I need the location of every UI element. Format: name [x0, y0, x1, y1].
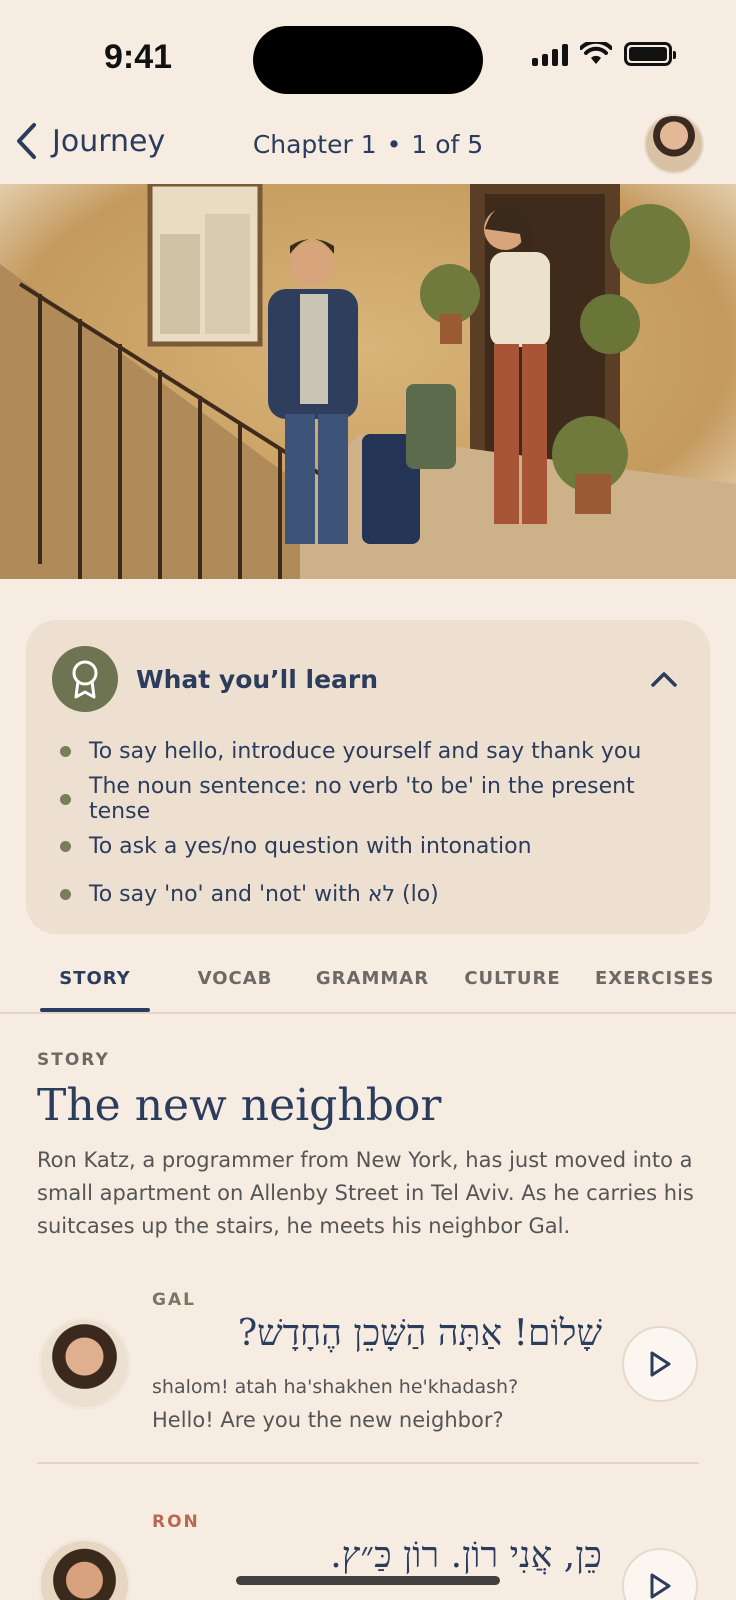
tab-exercises[interactable]: EXERCISES [595, 968, 713, 989]
dynamic-island [253, 26, 483, 94]
home-indicator[interactable] [236, 1576, 500, 1585]
play-audio-button[interactable] [622, 1326, 698, 1402]
learn-item-text: To ask a yes/no question with intonation [89, 834, 532, 860]
learn-item: To say 'no' and 'not' with לא (lo) [52, 871, 684, 919]
speaker-name: GAL [152, 1290, 196, 1310]
story-eyebrow: STORY [37, 1050, 110, 1070]
award-badge [52, 646, 118, 712]
translation: Hello! Are you the new neighbor? [152, 1408, 504, 1432]
speaker-avatar-ron [38, 1538, 131, 1600]
speaker-avatar-gal [38, 1317, 131, 1410]
progress-label: 1 of 5 [411, 130, 484, 159]
story-illustration [0, 184, 736, 594]
dialogue-line: GAL שָׁלוֹם! אַתָּה הַשָּׁכֵן הֶחָדָשׁ? … [0, 1290, 736, 1470]
award-icon [72, 660, 98, 699]
status-icons [532, 42, 676, 66]
learn-title: What you’ll learn [136, 664, 379, 694]
learn-item: To ask a yes/no question with intonation [52, 823, 684, 871]
tab-grammar[interactable]: GRAMMAR [315, 968, 430, 989]
play-audio-button[interactable] [622, 1548, 698, 1600]
dialogue-line: RON כֵּן, אֲנִי רוֹן. רוֹן כַּ״ץ. [0, 1512, 736, 1600]
separator-dot: • [386, 130, 402, 159]
learn-card: What you’ll learn To say hello, introduc… [26, 620, 710, 934]
tab-culture[interactable]: CULTURE [460, 968, 565, 989]
bullet-icon [60, 793, 71, 805]
learn-header[interactable]: What you’ll learn [52, 646, 684, 712]
story-intro: Ron Katz, a programmer from New York, ha… [37, 1148, 694, 1238]
tab-story[interactable]: STORY [40, 968, 150, 989]
status-bar: 9:41 [0, 0, 736, 110]
nav-bar: Journey Chapter 1 • 1 of 5 [0, 110, 736, 184]
bullet-icon [60, 888, 71, 900]
learn-item-text: The noun sentence: no verb 'to be' in th… [89, 774, 635, 825]
bullet-icon [60, 746, 71, 758]
tab-vocab[interactable]: VOCAB [185, 968, 285, 989]
hebrew-line: כֵּן, אֲנִי רוֹן. רוֹן כַּ״ץ. [330, 1535, 602, 1576]
wifi-icon [580, 42, 612, 64]
chapter-progress: Chapter 1 • 1 of 5 [0, 130, 736, 159]
learn-list: To say hello, introduce yourself and say… [52, 728, 684, 918]
hebrew-line: שָׁלוֹם! אַתָּה הַשָּׁכֵן הֶחָדָשׁ? [237, 1313, 602, 1354]
play-icon [650, 1351, 671, 1377]
speaker-name: RON [152, 1512, 200, 1532]
cellular-signal-icon [532, 42, 568, 66]
bullet-icon [60, 841, 71, 853]
learn-item-text: To say 'no' and 'not' with לא (lo) [89, 881, 439, 907]
divider [37, 1462, 699, 1464]
chevron-up-icon [651, 672, 677, 687]
learn-item: The noun sentence: no verb 'to be' in th… [52, 774, 684, 825]
collapse-toggle[interactable] [644, 659, 684, 699]
battery-icon [624, 42, 676, 66]
story-title: The new neighbor [37, 1080, 442, 1131]
status-time: 9:41 [104, 38, 173, 76]
section-tabs: STORY VOCAB GRAMMAR CULTURE EXERCISES [0, 958, 736, 1014]
learn-item: To say hello, introduce yourself and say… [52, 728, 684, 776]
chapter-label: Chapter 1 [252, 130, 377, 159]
active-tab-indicator [40, 1008, 150, 1012]
transliteration: shalom! atah ha'shakhen he'khadash? [152, 1376, 519, 1398]
profile-avatar[interactable] [644, 114, 704, 174]
play-icon [650, 1573, 671, 1599]
learn-item-text: To say hello, introduce yourself and say… [89, 739, 642, 765]
